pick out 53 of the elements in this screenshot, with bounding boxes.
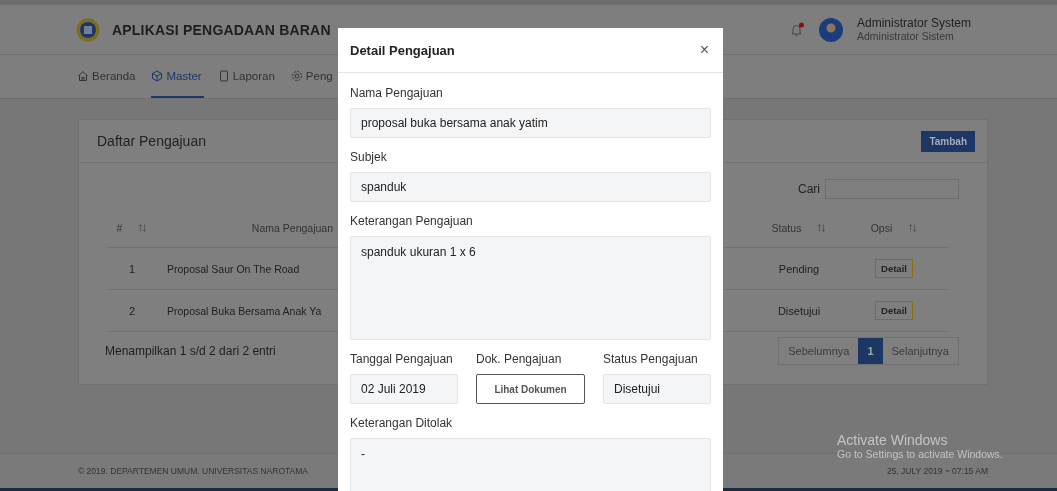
search-label: Cari	[798, 182, 820, 196]
textarea-field[interactable]: spanduk ukuran 1 x 6	[350, 236, 711, 340]
table-cell: Pending	[778, 262, 820, 275]
user-name: Administrator System	[856, 16, 971, 30]
emblem-logo-icon	[76, 17, 100, 42]
sort-icon[interactable]	[908, 224, 918, 232]
field-label: Status Pengajuan	[603, 352, 699, 366]
close-button[interactable]: ×	[697, 41, 711, 59]
detail-button[interactable]: Detail	[875, 259, 913, 278]
column-header[interactable]: #	[116, 222, 123, 234]
table-cell: 2	[128, 304, 136, 317]
sort-icon[interactable]	[817, 224, 827, 232]
column-header[interactable]: Status	[771, 222, 802, 234]
field-label: Dok. Pengajuan	[476, 352, 563, 366]
sort-icon[interactable]	[138, 224, 148, 232]
detail-button[interactable]: Detail	[875, 301, 913, 320]
document-icon	[217, 69, 230, 82]
field-label: Keterangan Pengajuan	[350, 214, 474, 228]
input-field[interactable]: Disetujui	[603, 374, 711, 404]
nav-tab[interactable]: Peng	[290, 55, 335, 98]
copyright-text: © 2019. DEPARTEMEN UMUM. UNIVERSITAS NAROTAMA	[78, 466, 308, 476]
column-header[interactable]: Opsi	[870, 222, 893, 234]
home-icon	[77, 69, 89, 82]
cube-icon	[151, 69, 164, 82]
table-cell: Disetujui	[777, 304, 821, 317]
table-cell: 1	[128, 262, 136, 275]
nav-tab[interactable]: Master	[151, 55, 204, 98]
input-field[interactable]: proposal buka bersama anak yatim	[350, 108, 711, 138]
avatar-icon[interactable]	[818, 17, 843, 42]
table-cell: Proposal Saur On The Road	[167, 262, 300, 275]
page-button[interactable]: 1	[858, 338, 883, 364]
field-label: Keterangan Ditolak	[350, 416, 454, 430]
activation-notice-title: Activate Windows	[837, 432, 949, 448]
field-label: Tanggal Pengajuan	[350, 352, 454, 366]
input-field[interactable]: 02 Juli 2019	[350, 374, 458, 404]
user-role: Administrator Sistem	[856, 29, 954, 43]
settings-icon	[290, 69, 303, 82]
textarea-field[interactable]: -	[350, 438, 711, 491]
app-title: APLIKASI PENGADAAN BARAN	[112, 21, 331, 38]
input-field[interactable]: spanduk	[350, 172, 711, 202]
nav-tab[interactable]: Laporan	[217, 55, 277, 98]
field-label: Subjek	[350, 150, 388, 164]
column-header[interactable]: Nama Pengajuan	[251, 222, 333, 234]
add-button[interactable]: Tambah	[921, 130, 975, 152]
nav-tab[interactable]: Beranda	[77, 55, 138, 98]
view-document-button[interactable]: Lihat Dokumen	[476, 374, 585, 404]
table-cell: Proposal Buka Bersama Anak Ya	[167, 304, 322, 317]
field-label: Nama Pengajuan	[350, 86, 444, 100]
card-title: Daftar Pengajuan	[97, 133, 206, 149]
table-info: Menampilkan 1 s/d 2 dari 2 entri	[105, 344, 276, 358]
footer-datetime: 25, JULY 2019 ~ 07:15 AM	[886, 466, 988, 476]
modal-title: Detail Pengajuan	[350, 42, 455, 58]
activation-notice-text: Go to Settings to activate Windows.	[837, 448, 1003, 460]
